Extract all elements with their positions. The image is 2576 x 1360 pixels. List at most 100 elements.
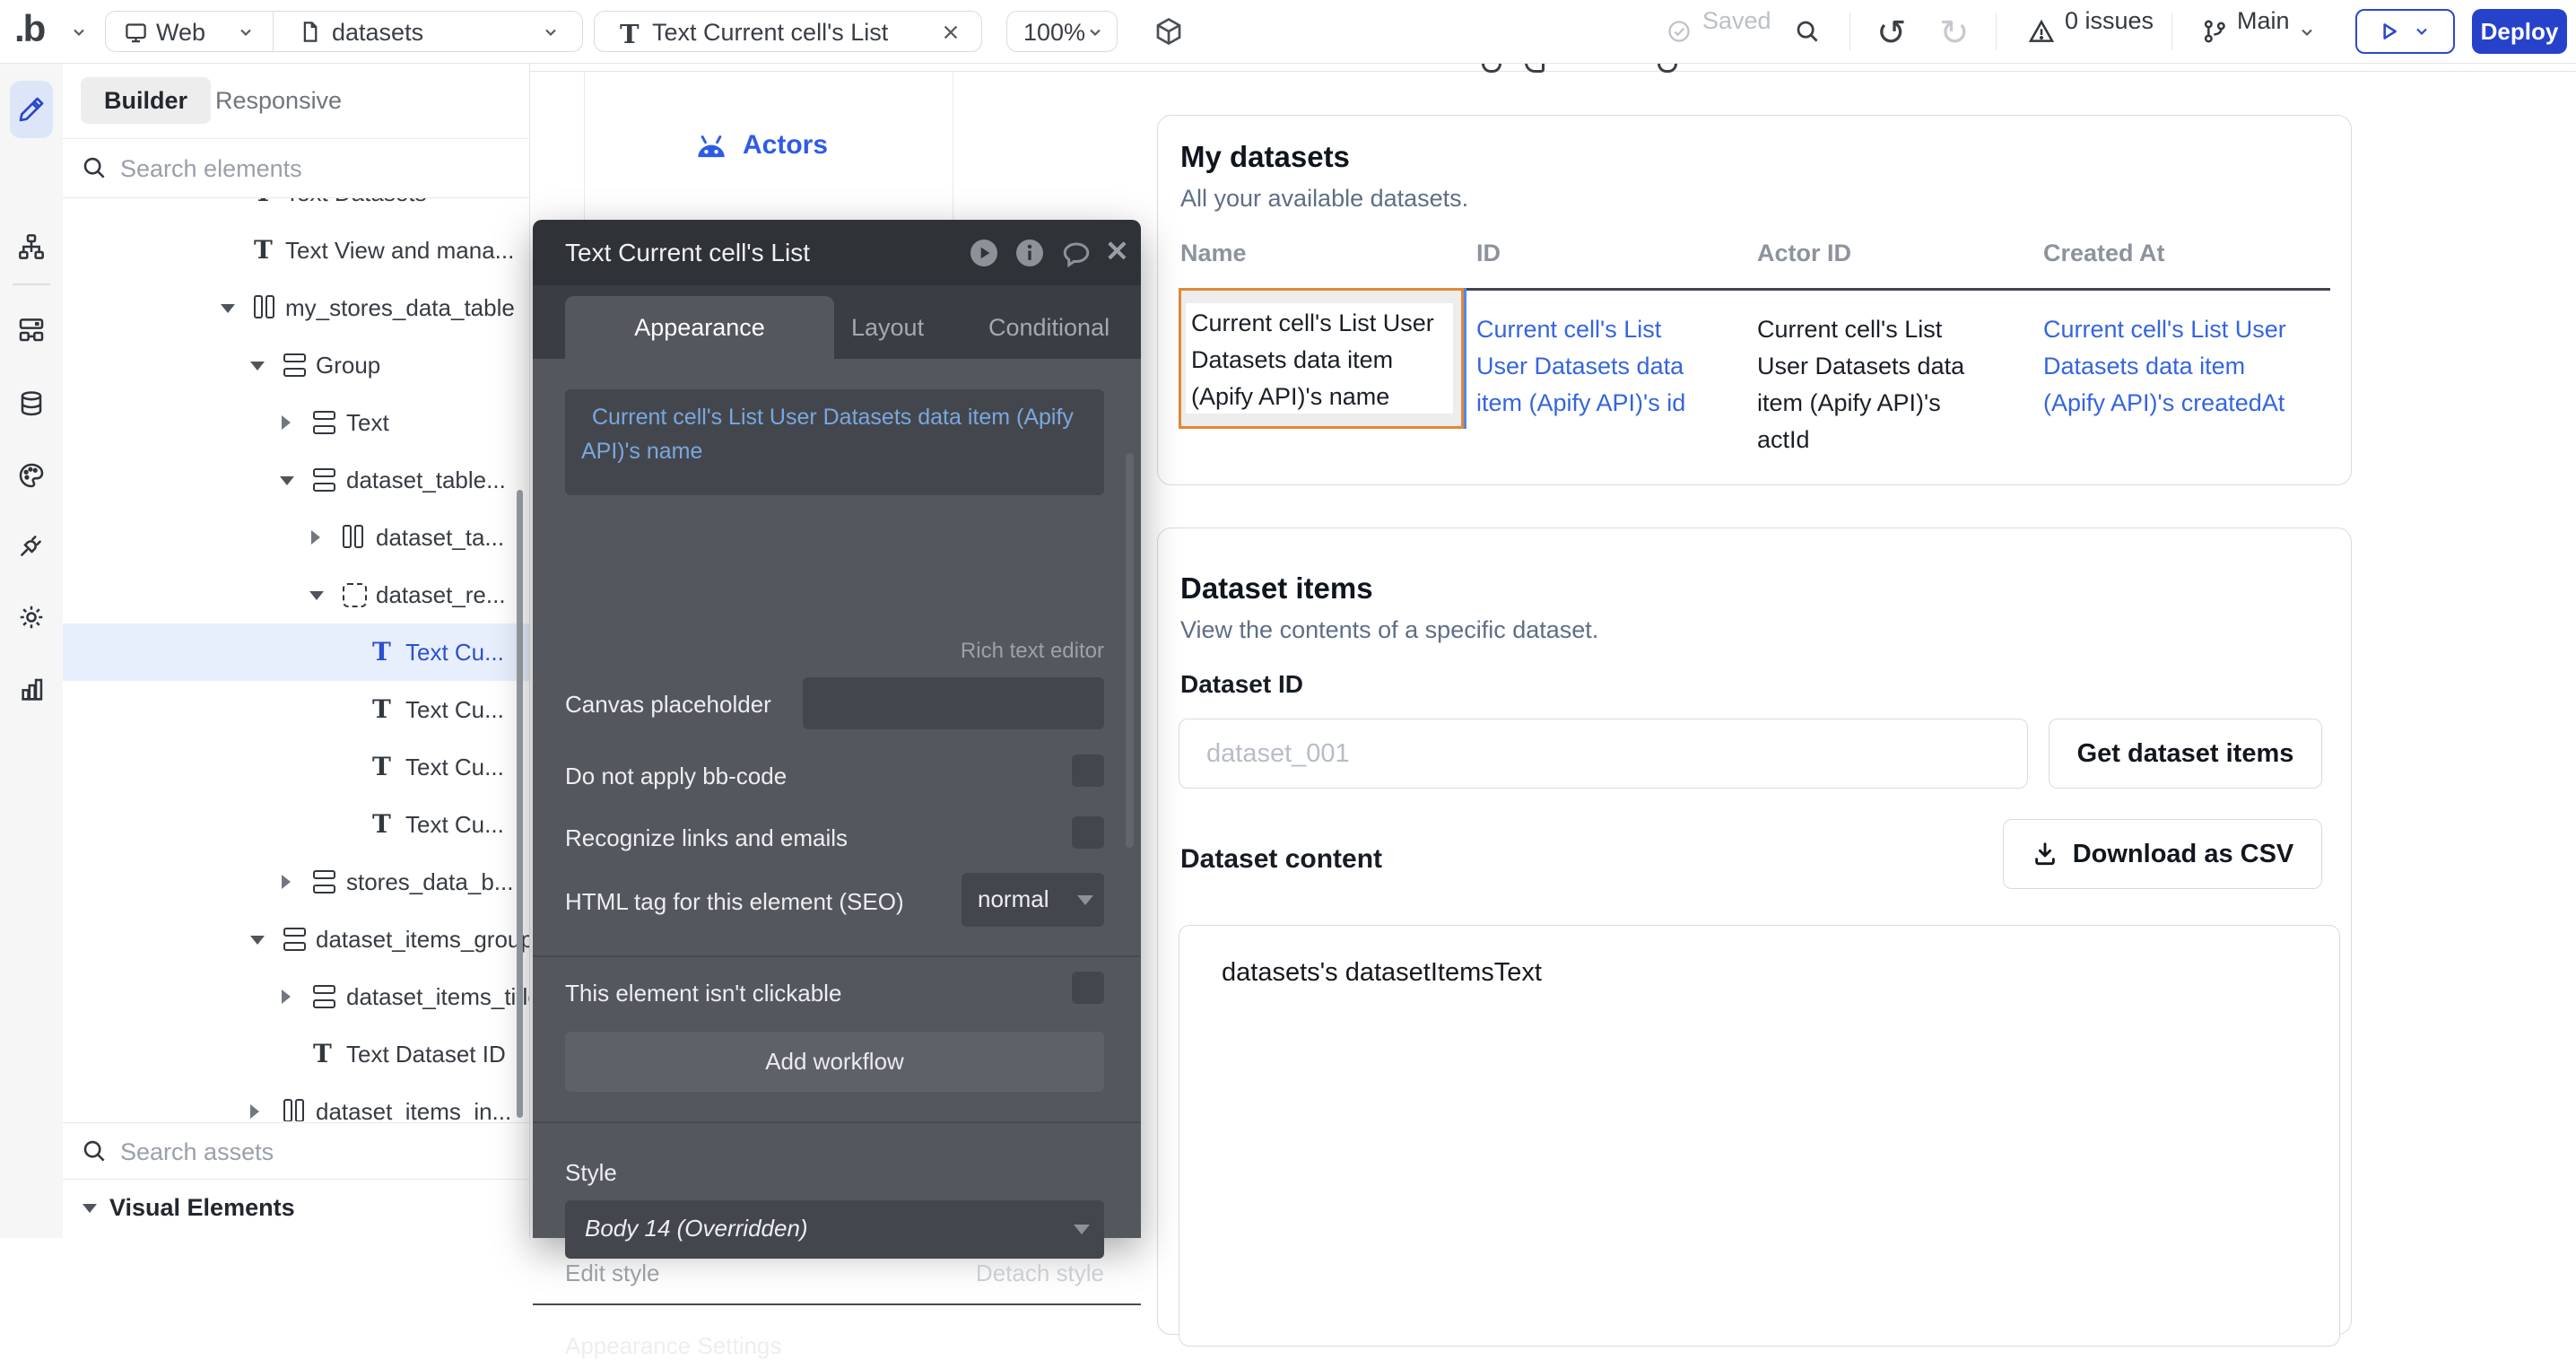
- tab-conditional[interactable]: Conditional: [988, 296, 1110, 359]
- tree-item-stores-data-b[interactable]: stores_data_b...: [63, 853, 529, 911]
- tree-item-dataset-items-title[interactable]: dataset_items_title: [63, 968, 529, 1025]
- visual-elements-section[interactable]: Visual Elements: [63, 1178, 529, 1238]
- tree-scrollbar[interactable]: [517, 490, 523, 1118]
- repeating-group-icon: [343, 583, 367, 607]
- tab-appearance[interactable]: Appearance: [565, 296, 834, 359]
- detach-style-link[interactable]: Detach style: [976, 1260, 1104, 1287]
- caret-collapsed[interactable]: [311, 530, 320, 545]
- tree-item-my-stores-data-table[interactable]: my_stores_data_table: [63, 279, 529, 336]
- dataset-items-subtitle: View the contents of a specific dataset.: [1180, 616, 1598, 644]
- tree-item-text-group[interactable]: Text: [63, 394, 529, 451]
- redo-icon[interactable]: ↻: [1939, 13, 1970, 54]
- undo-icon[interactable]: ↺: [1876, 13, 1907, 54]
- property-editor-panel[interactable]: Text Current cell's List ✕ Appearance La…: [533, 220, 1141, 1238]
- page-name[interactable]: datasets: [332, 12, 423, 53]
- tree-item-dataset-items-group[interactable]: dataset_items_group: [63, 911, 529, 968]
- tab-layout[interactable]: Layout: [851, 296, 924, 359]
- get-dataset-items-button[interactable]: Get dataset items: [2049, 719, 2322, 789]
- dataset-content-box[interactable]: datasets's datasetItemsText: [1179, 925, 2340, 1347]
- rail-database-icon[interactable]: [10, 379, 53, 428]
- table-cell-id[interactable]: Current cell's List User Datasets data i…: [1476, 311, 1745, 422]
- caret-collapsed[interactable]: [282, 415, 291, 430]
- tree-item-text-view[interactable]: TText View and mana...: [63, 222, 529, 279]
- caret-collapsed[interactable]: [250, 1104, 259, 1119]
- bubble-logo[interactable]: .b: [14, 7, 44, 50]
- sidebar-item-actors[interactable]: Actors: [692, 122, 828, 169]
- rows-group-icon: [283, 928, 307, 951]
- chevron-down-icon[interactable]: [542, 23, 560, 41]
- tree-item-text-dataset-id[interactable]: TText Dataset ID: [63, 1025, 529, 1083]
- tree-item-text-current-cell[interactable]: TText Cu...: [63, 681, 529, 738]
- html-tag-dropdown[interactable]: normal: [962, 873, 1104, 927]
- rich-text-value-box[interactable]: Current cell's List User Datasets data i…: [565, 389, 1104, 495]
- close-icon[interactable]: [941, 22, 961, 42]
- preview-element-play-icon[interactable]: [968, 237, 1000, 269]
- caret-expanded[interactable]: [250, 936, 265, 945]
- component-cube-icon[interactable]: [1153, 15, 1185, 48]
- not-clickable-checkbox[interactable]: [1072, 972, 1104, 1004]
- canvas-placeholder-input[interactable]: [803, 677, 1104, 729]
- edit-style-link[interactable]: Edit style: [565, 1260, 660, 1287]
- chevron-down-icon: [2413, 22, 2431, 40]
- mode-label[interactable]: Web: [156, 12, 205, 53]
- search-assets-input[interactable]: [118, 1132, 508, 1172]
- tree-item-dataset-re[interactable]: dataset_re...: [63, 566, 529, 623]
- open-element-tab[interactable]: T Text Current cell's List: [594, 11, 982, 52]
- selected-name-cell[interactable]: Current cell's List User Datasets data i…: [1179, 288, 1464, 429]
- tab-builder[interactable]: Builder: [81, 77, 211, 124]
- divider: [533, 1121, 1141, 1123]
- tree-item-text-current-cell[interactable]: TText Cu...: [63, 738, 529, 796]
- panel-scrollbar[interactable]: [1126, 453, 1134, 848]
- rail-plugins-plug-icon[interactable]: [10, 521, 53, 570]
- bbcode-checkbox[interactable]: [1072, 754, 1104, 787]
- close-icon[interactable]: ✕: [1105, 220, 1129, 285]
- panel-tabs: Builder Responsive: [63, 63, 529, 139]
- issues-count[interactable]: 0 issues: [2065, 0, 2154, 41]
- chevron-down-icon[interactable]: [70, 23, 88, 41]
- add-workflow-button[interactable]: Add workflow: [565, 1032, 1104, 1092]
- rail-workflow-icon[interactable]: [10, 222, 53, 271]
- rail-components-icon[interactable]: [10, 305, 53, 353]
- property-panel-header[interactable]: Text Current cell's List ✕: [533, 220, 1141, 285]
- dataset-id-input[interactable]: [1205, 727, 2009, 780]
- chevron-down-icon[interactable]: [237, 23, 255, 41]
- columns-group-icon: [343, 525, 366, 549]
- dataset-content-label: Dataset content: [1180, 844, 1382, 875]
- name-cell-text-element[interactable]: Current cell's List User Datasets data i…: [1186, 303, 1453, 414]
- property-panel-body: Current cell's List User Datasets data i…: [533, 359, 1141, 1238]
- download-csv-button[interactable]: Download as CSV: [2003, 819, 2322, 889]
- style-dropdown[interactable]: Body 14 (Overridden): [565, 1200, 1104, 1259]
- tree-item-text-datasets[interactable]: TText Datasets: [63, 198, 529, 222]
- caret-collapsed[interactable]: [282, 989, 291, 1004]
- column-header-name: Name: [1180, 240, 1247, 267]
- search-elements-input[interactable]: [118, 149, 508, 188]
- caret-expanded[interactable]: [221, 304, 235, 313]
- info-icon[interactable]: [1014, 237, 1046, 269]
- tree-item-dataset-items-in[interactable]: dataset_items_in...: [63, 1083, 529, 1121]
- preview-button[interactable]: [2355, 9, 2455, 54]
- caret-expanded[interactable]: [280, 476, 294, 485]
- caret-collapsed[interactable]: [282, 875, 291, 889]
- caret-expanded[interactable]: [309, 591, 324, 600]
- tree-item-text-current-cell-selected[interactable]: TText Cu...: [63, 623, 529, 681]
- tree-item-dataset-ta[interactable]: dataset_ta...: [63, 509, 529, 566]
- tab-responsive[interactable]: Responsive: [215, 77, 342, 124]
- table-cell-created-at[interactable]: Current cell's List User Datasets data i…: [2043, 311, 2348, 422]
- zoom-selector[interactable]: 100%: [1006, 11, 1118, 52]
- rail-settings-gear-icon[interactable]: [10, 593, 53, 641]
- get-dataset-items-label: Get dataset items: [2077, 739, 2294, 769]
- tree-item-text-current-cell[interactable]: TText Cu...: [63, 796, 529, 853]
- search-icon[interactable]: [1794, 18, 1821, 45]
- caret-expanded[interactable]: [250, 362, 265, 371]
- branch-name[interactable]: Main: [2237, 0, 2290, 41]
- tree-item-dataset-table[interactable]: dataset_table...: [63, 451, 529, 509]
- rail-styles-palette-icon[interactable]: [10, 451, 53, 500]
- tree-item-group[interactable]: Group: [63, 336, 529, 394]
- rich-text-editor-link[interactable]: Rich text editor: [961, 639, 1104, 664]
- comment-bubble-icon[interactable]: [1060, 239, 1092, 271]
- rail-builder-pencil-icon[interactable]: [10, 81, 53, 138]
- chevron-down-icon[interactable]: [2298, 23, 2316, 41]
- rail-logs-chart-icon[interactable]: [10, 665, 53, 713]
- deploy-button[interactable]: Deploy: [2472, 9, 2567, 54]
- recognize-links-checkbox[interactable]: [1072, 816, 1104, 849]
